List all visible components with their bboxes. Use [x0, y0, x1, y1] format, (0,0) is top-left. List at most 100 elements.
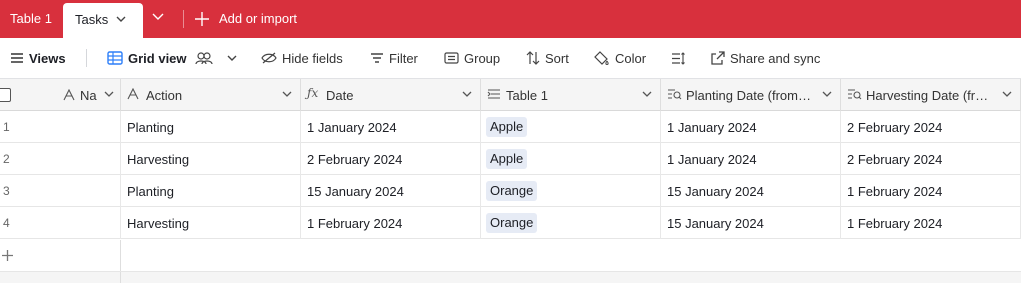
linked-record-chip[interactable]: Orange: [486, 181, 538, 201]
tab-tasks[interactable]: Tasks: [63, 3, 143, 38]
row-number: 1: [3, 120, 10, 134]
chevron-down-icon[interactable]: [1002, 91, 1012, 98]
add-record-cell[interactable]: [0, 240, 121, 271]
tab-bar: Table 1 Tasks Add or import: [0, 0, 1021, 38]
plus-icon[interactable]: [194, 11, 210, 27]
harvesting-date-cell[interactable]: 1 February 2024: [841, 207, 1021, 239]
linked-record-icon: [487, 89, 500, 99]
plus-icon[interactable]: [1, 249, 14, 262]
all-tables-chevron-icon[interactable]: [152, 13, 164, 21]
chevron-down-icon[interactable]: [822, 91, 832, 98]
cell-text: 15 January 2024: [667, 184, 764, 199]
harvesting-date-cell[interactable]: 1 February 2024: [841, 175, 1021, 207]
date-cell[interactable]: 2 February 2024: [301, 143, 481, 175]
action-cell[interactable]: Planting: [121, 175, 301, 207]
row-height-icon: [672, 51, 685, 65]
column-header-label: Action: [146, 88, 183, 103]
filter-icon: [371, 53, 383, 63]
table-1-cell[interactable]: Apple: [481, 143, 661, 175]
column-header-harvesting-date[interactable]: Harvesting Date (fr…: [841, 79, 1021, 111]
cell-text: Harvesting: [127, 152, 190, 167]
select-all-checkbox[interactable]: [0, 88, 11, 102]
chevron-down-icon[interactable]: [104, 91, 114, 98]
date-cell[interactable]: 1 January 2024: [301, 111, 481, 143]
date-cell[interactable]: 1 February 2024: [301, 207, 481, 239]
planting-date-cell[interactable]: 15 January 2024: [661, 207, 841, 239]
column-header-table-1[interactable]: Table 1: [481, 79, 661, 111]
text-field-icon: [63, 89, 75, 101]
grid-view-button[interactable]: Grid view: [107, 38, 242, 78]
table-row[interactable]: 3 Planting 15 January 2024 Orange 15 Jan…: [0, 175, 1021, 207]
table-1-cell[interactable]: Apple: [481, 111, 661, 143]
column-header-name[interactable]: Na: [0, 79, 121, 111]
chevron-down-icon[interactable]: [227, 55, 237, 62]
text-field-icon: [127, 88, 139, 100]
share-external-icon: [711, 51, 725, 65]
action-cell[interactable]: Harvesting: [121, 143, 301, 175]
cell-text: 1 February 2024: [847, 184, 943, 199]
row-number-cell[interactable]: 4: [0, 207, 121, 239]
tab-table-1[interactable]: Table 1: [10, 0, 52, 38]
date-cell[interactable]: 15 January 2024: [301, 175, 481, 207]
sort-button[interactable]: Sort: [526, 38, 569, 78]
share-and-sync-button[interactable]: Share and sync: [711, 38, 820, 78]
sort-icon: [526, 51, 540, 65]
cell-text: 15 January 2024: [667, 216, 764, 231]
group-label: Group: [464, 50, 501, 66]
column-header-label: Na: [80, 88, 97, 103]
table-row[interactable]: 2 Harvesting 2 February 2024 Apple 1 Jan…: [0, 143, 1021, 175]
cell-text: Harvesting: [127, 216, 190, 231]
harvesting-date-cell[interactable]: 2 February 2024: [841, 111, 1021, 143]
view-toolbar: Views Grid view Hide fields Filter Group…: [0, 38, 1021, 79]
views-label: Views: [29, 50, 66, 66]
hide-fields-label: Hide fields: [282, 50, 343, 66]
harvesting-date-cell[interactable]: 2 February 2024: [841, 143, 1021, 175]
action-cell[interactable]: Planting: [121, 111, 301, 143]
column-header-label: Harvesting Date (fr…: [866, 88, 989, 103]
column-header-action[interactable]: Action: [121, 79, 301, 111]
add-record-row[interactable]: [0, 240, 1021, 271]
column-header-planting-date[interactable]: Planting Date (from…: [661, 79, 841, 111]
chevron-down-icon[interactable]: [462, 91, 472, 98]
chevron-down-icon[interactable]: [642, 91, 652, 98]
tab-divider: [183, 10, 184, 28]
add-or-import-button[interactable]: Add or import: [219, 0, 297, 38]
chevron-down-icon[interactable]: [282, 91, 292, 98]
views-button[interactable]: Views: [10, 38, 66, 78]
row-number: 4: [3, 216, 10, 230]
table-1-cell[interactable]: Orange: [481, 175, 661, 207]
tab-tasks-label: Tasks: [75, 12, 109, 27]
summary-bar: [0, 271, 1021, 283]
share-and-sync-label: Share and sync: [730, 50, 821, 66]
linked-record-chip[interactable]: Apple: [486, 149, 528, 169]
column-header-date[interactable]: ƒx Date: [301, 79, 481, 111]
grid-view-icon: [107, 51, 123, 65]
chevron-down-icon[interactable]: [116, 16, 126, 23]
row-number-cell[interactable]: 3: [0, 175, 121, 207]
cell-text: 1 February 2024: [307, 216, 403, 231]
planting-date-cell[interactable]: 1 January 2024: [661, 143, 841, 175]
linked-record-chip[interactable]: Apple: [486, 117, 528, 137]
row-number-cell[interactable]: 2: [0, 143, 121, 175]
cell-text: Planting: [127, 184, 174, 199]
table-1-cell[interactable]: Orange: [481, 207, 661, 239]
action-cell[interactable]: Harvesting: [121, 207, 301, 239]
cell-text: 1 January 2024: [667, 120, 757, 135]
filter-button[interactable]: Filter: [370, 38, 418, 78]
group-button[interactable]: Group: [444, 38, 500, 78]
row-number-cell[interactable]: 1: [0, 111, 121, 143]
row-height-button[interactable]: [671, 38, 691, 78]
hide-fields-button[interactable]: Hide fields: [261, 38, 343, 78]
cell-text: 2 February 2024: [307, 152, 403, 167]
group-icon: [444, 52, 459, 64]
planting-date-cell[interactable]: 1 January 2024: [661, 111, 841, 143]
table-row[interactable]: 4 Harvesting 1 February 2024 Orange 15 J…: [0, 207, 1021, 239]
cell-text: 2 February 2024: [847, 120, 943, 135]
lookup-icon: [848, 89, 862, 100]
table-row[interactable]: 1 Planting 1 January 2024 Apple 1 Januar…: [0, 111, 1021, 143]
filter-label: Filter: [389, 50, 418, 66]
linked-record-chip[interactable]: Orange: [486, 213, 538, 233]
color-button[interactable]: Color: [594, 38, 646, 78]
row-number: 2: [3, 152, 10, 166]
planting-date-cell[interactable]: 15 January 2024: [661, 175, 841, 207]
